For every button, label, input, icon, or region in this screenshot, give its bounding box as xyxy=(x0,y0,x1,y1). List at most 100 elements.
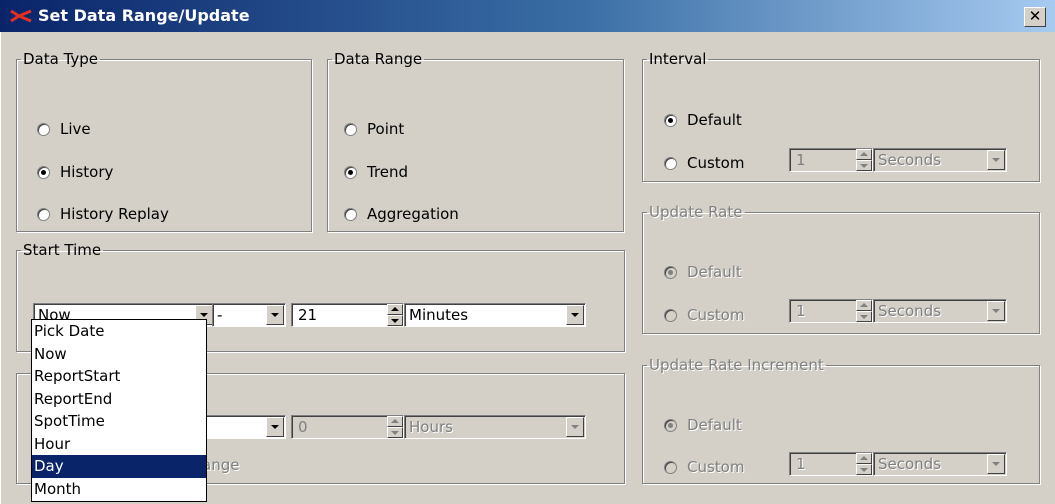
update-rate-increment-custom-radio[interactable]: Custom xyxy=(664,458,744,476)
radio-label: Aggregation xyxy=(367,205,459,223)
spinner-value: 1 xyxy=(796,302,806,320)
update-rate-unit-select[interactable]: Seconds xyxy=(873,299,1007,323)
spin-up-icon[interactable] xyxy=(856,453,872,464)
spin-down-icon[interactable] xyxy=(856,464,872,475)
end-time-operator-select[interactable] xyxy=(197,415,286,439)
spinner-value: 1 xyxy=(796,455,806,473)
data-type-history-radio[interactable]: History xyxy=(37,163,113,181)
data-type-history-replay-radio[interactable]: History Replay xyxy=(37,205,169,223)
update-rate-group: Update Rate Default Custom 1 Seconds xyxy=(642,203,1040,334)
radio-indicator xyxy=(664,460,677,474)
select-value: Minutes xyxy=(409,306,469,324)
data-type-legend: Data Type xyxy=(23,50,99,68)
spinner-value: 1 xyxy=(796,151,806,169)
start-time-legend: Start Time xyxy=(23,241,102,259)
radio-indicator xyxy=(344,122,357,136)
interval-default-radio[interactable]: Default xyxy=(664,111,742,129)
radio-indicator xyxy=(344,165,357,179)
interval-legend: Interval xyxy=(649,50,707,68)
radio-indicator xyxy=(37,122,50,136)
start-time-unit-select[interactable]: Minutes xyxy=(404,303,586,327)
interval-unit-select[interactable]: Seconds xyxy=(873,148,1007,172)
chevron-down-icon[interactable] xyxy=(266,417,284,437)
dropdown-option[interactable]: ReportEnd xyxy=(32,388,206,411)
data-range-legend: Data Range xyxy=(334,50,423,68)
data-range-trend-radio[interactable]: Trend xyxy=(344,163,408,181)
update-rate-value-spinner[interactable]: 1 xyxy=(789,299,873,323)
chevron-down-icon[interactable] xyxy=(987,301,1005,321)
radio-indicator xyxy=(664,418,677,432)
radio-label: History xyxy=(60,163,114,181)
radio-label: Custom xyxy=(687,458,745,476)
interval-group: Interval Default Custom 1 Seconds xyxy=(642,50,1040,182)
reference-dropdown-list[interactable]: Pick Date Now ReportStart ReportEnd Spot… xyxy=(31,319,207,502)
chevron-down-icon[interactable] xyxy=(566,417,584,437)
dropdown-option[interactable]: Pick Date xyxy=(32,320,206,343)
spinner-value: 0 xyxy=(298,418,308,436)
spinner-value: 21 xyxy=(298,306,318,324)
update-rate-increment-legend: Update Rate Increment xyxy=(649,356,824,374)
radio-indicator xyxy=(664,308,677,322)
update-rate-legend: Update Rate xyxy=(649,203,743,221)
radio-indicator xyxy=(664,156,677,170)
chevron-down-icon[interactable] xyxy=(987,150,1005,170)
start-time-operator-select[interactable]: - xyxy=(212,303,286,327)
spin-down-icon[interactable] xyxy=(856,311,872,322)
dropdown-option[interactable]: SpotTime xyxy=(32,410,206,433)
radio-label: Default xyxy=(687,111,742,129)
spin-up-icon[interactable] xyxy=(387,416,403,427)
select-value: Seconds xyxy=(878,302,942,320)
data-type-group: Data Type Live History History Replay xyxy=(16,50,312,232)
radio-label: Default xyxy=(687,263,742,281)
select-value: Seconds xyxy=(878,151,942,169)
app-icon xyxy=(10,9,32,23)
select-value: Seconds xyxy=(878,455,942,473)
start-time-amount-spinner[interactable]: 21 xyxy=(291,303,404,327)
radio-label: Custom xyxy=(687,154,745,172)
interval-custom-radio[interactable]: Custom xyxy=(664,154,744,172)
select-value: Hours xyxy=(409,418,453,436)
dropdown-option[interactable]: Hour xyxy=(32,433,206,456)
dropdown-option[interactable]: Month xyxy=(32,478,206,501)
interval-value-spinner[interactable]: 1 xyxy=(789,148,873,172)
radio-label: Live xyxy=(60,120,91,138)
update-rate-increment-group: Update Rate Increment Default Custom 1 S… xyxy=(642,356,1040,484)
spin-down-icon[interactable] xyxy=(387,427,403,438)
radio-indicator xyxy=(664,265,677,279)
select-value: - xyxy=(217,306,223,324)
spin-up-icon[interactable] xyxy=(856,300,872,311)
end-time-range-label: ange xyxy=(202,456,240,474)
radio-label: Trend xyxy=(367,163,409,181)
title-bar[interactable]: Set Data Range/Update ✕ xyxy=(0,0,1055,32)
chevron-down-icon[interactable] xyxy=(266,305,284,325)
end-time-unit-select[interactable]: Hours xyxy=(404,415,586,439)
window-title: Set Data Range/Update xyxy=(38,6,250,25)
radio-indicator xyxy=(664,113,677,127)
data-type-live-radio[interactable]: Live xyxy=(37,120,91,138)
update-rate-custom-radio[interactable]: Custom xyxy=(664,306,744,324)
chevron-down-icon[interactable] xyxy=(987,454,1005,474)
spin-up-icon[interactable] xyxy=(387,304,403,315)
update-rate-increment-unit-select[interactable]: Seconds xyxy=(873,452,1007,476)
update-rate-default-radio[interactable]: Default xyxy=(664,263,742,281)
close-button[interactable]: ✕ xyxy=(1024,7,1046,27)
dropdown-option[interactable]: Now xyxy=(32,343,206,366)
spin-down-icon[interactable] xyxy=(387,315,403,326)
chevron-down-icon[interactable] xyxy=(566,305,584,325)
end-time-amount-spinner[interactable]: 0 xyxy=(291,415,404,439)
radio-label: Point xyxy=(367,120,405,138)
data-range-group: Data Range Point Trend Aggregation xyxy=(327,50,624,232)
data-range-aggregation-radio[interactable]: Aggregation xyxy=(344,205,459,223)
radio-indicator xyxy=(37,165,50,179)
data-range-point-radio[interactable]: Point xyxy=(344,120,404,138)
spin-up-icon[interactable] xyxy=(856,149,872,160)
spin-down-icon[interactable] xyxy=(856,160,872,171)
dropdown-option-selected[interactable]: Day xyxy=(32,455,206,478)
update-rate-increment-default-radio[interactable]: Default xyxy=(664,416,742,434)
dropdown-option[interactable]: ReportStart xyxy=(32,365,206,388)
radio-label: Custom xyxy=(687,306,745,324)
radio-label: History Replay xyxy=(60,205,169,223)
update-rate-increment-value-spinner[interactable]: 1 xyxy=(789,452,873,476)
radio-label: Default xyxy=(687,416,742,434)
radio-indicator xyxy=(37,207,50,221)
